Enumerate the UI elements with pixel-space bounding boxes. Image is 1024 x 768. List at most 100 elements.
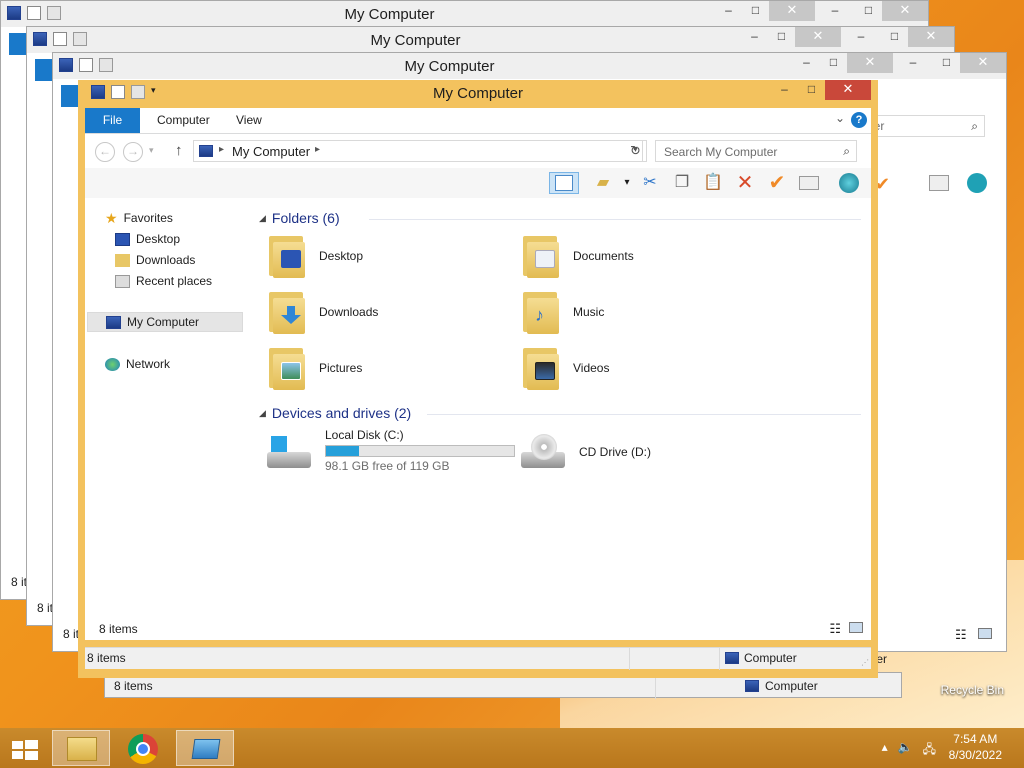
drive-c[interactable]: Local Disk (C:) 98.1 GB free of 119 GB <box>267 428 515 473</box>
minimize-button[interactable]: ‒ <box>893 53 933 73</box>
expand-ribbon-icon[interactable]: ⌄ <box>835 111 845 125</box>
refresh-button[interactable]: ↻ <box>625 140 647 162</box>
folder-desktop[interactable]: Desktop <box>267 234 363 278</box>
maximize-button[interactable]: □ <box>933 53 960 73</box>
taskbar-chrome[interactable] <box>114 730 172 766</box>
breadcrumb-separator-icon[interactable]: ▸ <box>315 144 320 155</box>
network-icon[interactable]: 🖧 <box>923 740 936 761</box>
close-button[interactable]: ✕ <box>825 80 871 100</box>
nav-desktop[interactable]: Desktop <box>115 229 180 249</box>
recent-locations-icon[interactable]: ▾ <box>149 145 154 156</box>
breadcrumb-separator-icon[interactable]: ▸ <box>219 144 224 155</box>
show-hidden-icons-icon[interactable]: ▴ <box>882 740 888 761</box>
group-divider <box>427 414 861 415</box>
tab-computer[interactable]: Computer <box>143 108 224 133</box>
file-tab-edge[interactable] <box>61 85 79 107</box>
minimize-button[interactable]: ‒ <box>715 1 742 21</box>
nav-my-computer[interactable]: My Computer <box>87 312 243 332</box>
titlebar[interactable]: My Computer ‒ □ ✕ ‒ □ ✕ <box>27 27 954 53</box>
folder-documents[interactable]: Documents <box>521 234 634 278</box>
collapse-icon[interactable]: ◢ <box>259 408 266 419</box>
drive-c-usage-fill <box>326 446 360 456</box>
file-explorer-icon <box>67 737 97 761</box>
delete-icon[interactable]: ✕ <box>733 172 757 194</box>
folder-music[interactable]: ♪ Music <box>521 290 604 334</box>
paste-icon[interactable]: 📋 <box>701 172 725 194</box>
close-button[interactable]: ✕ <box>908 27 954 47</box>
clock-date: 8/30/2022 <box>948 748 1002 762</box>
minimize-button[interactable]: ‒ <box>841 27 881 47</box>
rename-icon[interactable] <box>797 172 821 194</box>
address-bar[interactable]: ▸ My Computer ▸ ▾ <box>193 140 643 162</box>
close-button[interactable]: ✕ <box>960 53 1006 73</box>
nav-favorites[interactable]: ★ Favorites <box>105 208 173 228</box>
titlebar[interactable]: My Computer ‒ □ ✕ ‒ □ ✕ <box>53 53 1006 79</box>
folder-pictures[interactable]: Pictures <box>267 346 362 390</box>
rename-icon[interactable] <box>929 175 949 191</box>
view-tiles-icon[interactable] <box>849 622 863 633</box>
drive-d[interactable]: CD Drive (D:) <box>521 432 651 472</box>
view-details-icon[interactable]: ☷ <box>829 621 841 637</box>
check-icon[interactable]: ✔ <box>765 172 789 194</box>
titlebar[interactable]: ▾ My Computer ‒ □ ✕ <box>85 80 871 108</box>
nav-favorites-label: Favorites <box>123 211 173 225</box>
group-header-devices[interactable]: ◢ Devices and drives (2) <box>259 405 411 421</box>
help-icon[interactable]: ? <box>851 112 867 128</box>
window-controls: ‒ □ ✕ ‒ □ ✕ <box>715 1 928 21</box>
explorer-window[interactable]: ▾ My Computer ‒ □ ✕ File Computer View ⌄… <box>78 80 878 678</box>
tab-file[interactable]: File <box>85 108 140 133</box>
recycle-bin-label[interactable]: Recycle Bin <box>941 683 1004 697</box>
search-input[interactable]: Search My Computer ⌕ <box>655 140 857 162</box>
close-button[interactable]: ✕ <box>847 53 893 73</box>
folder-label: Pictures <box>319 361 363 375</box>
maximize-button[interactable]: □ <box>855 1 882 21</box>
nav-downloads[interactable]: Downloads <box>115 250 195 270</box>
taskbar: ▴ 🔈 🖧 7:54 AM 8/30/2022 <box>0 728 1024 768</box>
shell-icon[interactable] <box>837 172 861 194</box>
close-button[interactable]: ✕ <box>882 1 928 21</box>
start-button[interactable] <box>0 730 50 766</box>
pictures-folder-icon <box>267 346 307 390</box>
maximize-button[interactable]: □ <box>798 80 825 100</box>
nav-recent-places[interactable]: Recent places <box>115 271 212 291</box>
folder-label: Desktop <box>319 249 364 263</box>
folder-options-icon[interactable]: ▰ <box>591 172 615 194</box>
cut-icon[interactable]: ✂ <box>638 172 662 194</box>
address-path[interactable]: My Computer <box>232 144 310 159</box>
view-details-icon[interactable]: ☷ <box>955 627 967 643</box>
resize-grip-icon[interactable]: ⋰ <box>861 658 869 667</box>
minimize-button[interactable]: ‒ <box>771 80 798 100</box>
copy-icon[interactable]: ❐ <box>670 172 694 194</box>
folder-options-dropdown-icon[interactable]: ▾ <box>615 172 639 194</box>
collapse-icon[interactable]: ◢ <box>259 213 266 224</box>
minimize-button[interactable]: ‒ <box>815 1 855 21</box>
downloads-folder-icon <box>267 290 307 334</box>
minimize-button[interactable]: ‒ <box>741 27 768 47</box>
maximize-button[interactable]: □ <box>881 27 908 47</box>
search-icon: ⌕ <box>971 119 978 133</box>
preview-pane-icon[interactable] <box>549 172 579 194</box>
titlebar[interactable]: My Computer ‒ □ ✕ ‒ □ ✕ <box>1 1 928 27</box>
tab-view[interactable]: View <box>222 108 276 133</box>
folder-downloads[interactable]: Downloads <box>267 290 378 334</box>
maximize-button[interactable]: □ <box>768 27 795 47</box>
up-button[interactable]: ↑ <box>175 142 183 159</box>
taskbar-file-explorer[interactable] <box>52 730 110 766</box>
view-tiles-icon[interactable] <box>978 628 992 639</box>
minimize-button[interactable]: ‒ <box>793 53 820 73</box>
shell-icon[interactable] <box>967 173 987 193</box>
back-button[interactable]: ← <box>95 142 115 162</box>
search-icon: ⌕ <box>843 144 850 158</box>
nav-network[interactable]: Network <box>105 354 170 374</box>
clock[interactable]: 7:54 AM 8/30/2022 <box>949 731 1002 763</box>
maximize-button[interactable]: □ <box>820 53 847 73</box>
group-header-folders[interactable]: ◢ Folders (6) <box>259 210 340 226</box>
close-button[interactable]: ✕ <box>795 27 841 47</box>
local-disk-icon <box>267 432 313 472</box>
close-button[interactable]: ✕ <box>769 1 815 21</box>
taskbar-computer[interactable] <box>176 730 234 766</box>
folder-videos[interactable]: Videos <box>521 346 609 390</box>
maximize-button[interactable]: □ <box>742 1 769 21</box>
volume-muted-icon[interactable]: 🔈 <box>898 740 913 761</box>
forward-button[interactable]: → <box>123 142 143 162</box>
